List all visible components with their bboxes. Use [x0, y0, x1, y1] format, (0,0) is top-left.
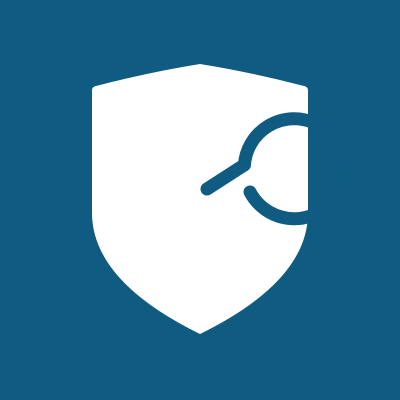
shield-e-logo-icon	[92, 64, 351, 334]
shield-shape	[92, 64, 308, 334]
app-icon-tile	[0, 0, 400, 400]
